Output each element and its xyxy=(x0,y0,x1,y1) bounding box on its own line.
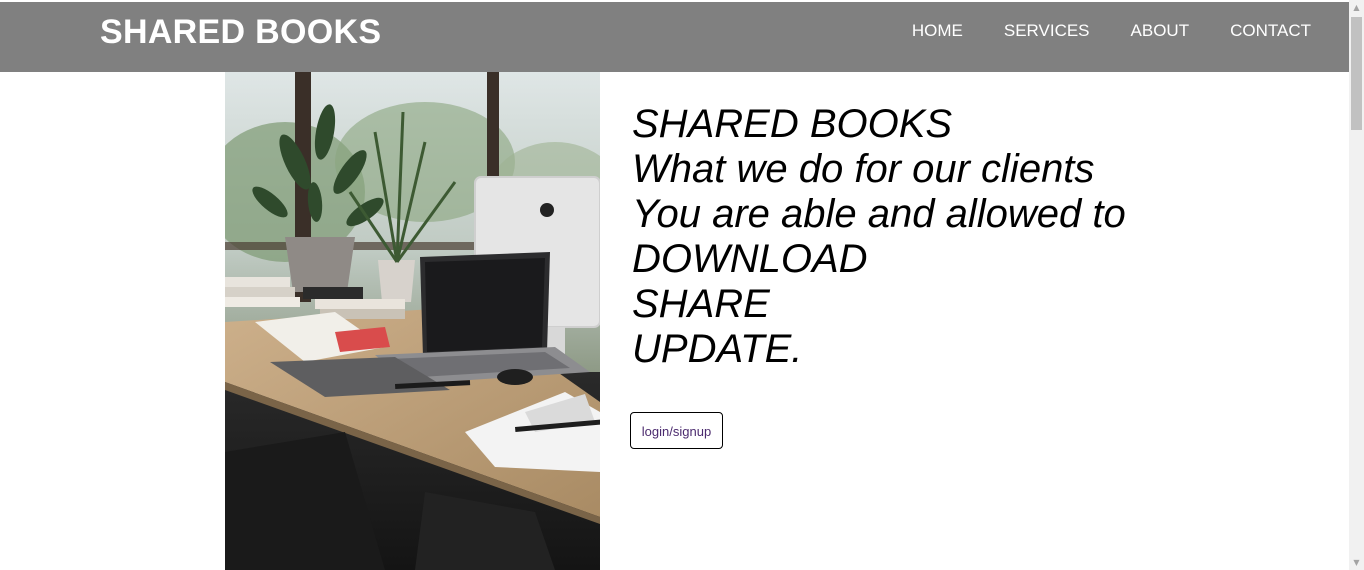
main-nav: HOME SERVICES ABOUT CONTACT xyxy=(912,21,1311,41)
site-header: SHARED BOOKS HOME SERVICES ABOUT CONTACT xyxy=(0,2,1349,72)
nav-home-link[interactable]: HOME xyxy=(912,21,963,41)
scroll-up-icon[interactable]: ▲ xyxy=(1349,0,1364,15)
scroll-down-icon[interactable]: ▼ xyxy=(1349,555,1364,570)
hero-text: SHARED BOOKS What we do for our clients … xyxy=(632,102,1332,372)
hero-line-title: SHARED BOOKS xyxy=(632,102,953,146)
hero-line-update: UPDATE. xyxy=(632,327,803,371)
scrollbar-thumb[interactable] xyxy=(1351,17,1362,130)
hero-line-download: DOWNLOAD xyxy=(632,237,868,281)
hero-line-subtitle: What we do for our clients xyxy=(632,147,1095,191)
vertical-scrollbar[interactable]: ▲ ▼ xyxy=(1349,0,1364,570)
hero-desk-photo xyxy=(225,72,600,570)
desk-photo-illustration xyxy=(225,72,600,570)
nav-about-link[interactable]: ABOUT xyxy=(1131,21,1190,41)
nav-contact-link[interactable]: CONTACT xyxy=(1230,21,1311,41)
hero-line-intro: You are able and allowed to xyxy=(632,192,1126,236)
login-signup-button[interactable]: login/signup xyxy=(630,412,723,449)
nav-services-link[interactable]: SERVICES xyxy=(1004,21,1090,41)
page: SHARED BOOKS HOME SERVICES ABOUT CONTACT xyxy=(0,0,1364,570)
brand-logo-text[interactable]: SHARED BOOKS xyxy=(100,12,381,52)
hero-line-share: SHARE xyxy=(632,282,770,326)
